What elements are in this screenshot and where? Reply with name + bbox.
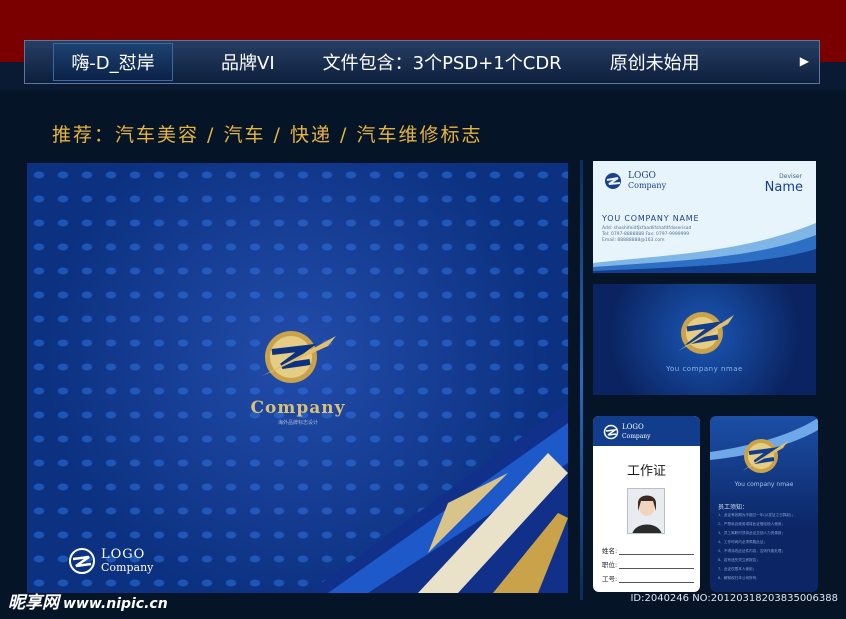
id-field-name: 姓名: [602, 545, 694, 555]
header-nav: 嗨-D_怼岸 品牌VI 文件包含：3个PSD+1个CDR 原创未始用 ▶ [24, 40, 820, 84]
id-field-position: 职位: [602, 559, 694, 569]
bc-logo-icon [605, 173, 621, 189]
bc-logo-line1: LOGO [628, 171, 656, 181]
id-note: 3、员工离职时须将此证交回人力资源部； [718, 531, 785, 535]
bc-logo: LOGO Company [603, 171, 666, 191]
id-note: 8、解释权归本公司所有。 [718, 576, 760, 580]
footer-logo-icon [69, 548, 95, 574]
footer-logo-line2: Company [101, 561, 154, 574]
person-photo-icon [628, 489, 664, 533]
bc-wave-decoration [593, 223, 816, 273]
watermark-site: 昵享网 www.nipic.cn [8, 588, 168, 613]
id-note: 7、此证仅限本人使用； [718, 567, 757, 571]
id-card-logo-icon [603, 424, 619, 440]
vertical-divider [580, 160, 583, 600]
bc-name: Name [764, 180, 803, 195]
footer-logo: LOGO Company [67, 546, 153, 576]
nav-item-files[interactable]: 文件包含：3个PSD+1个CDR [323, 49, 562, 75]
id-logo-line1: LOGO [622, 423, 644, 431]
main-cover-panel: Company 海外品牌标志设计 LOGO Company [27, 163, 568, 593]
bc-back-logo-icon [678, 312, 734, 354]
id-back-logo-icon [742, 439, 788, 473]
id-note: 5、不得涂改此证件内容，否则作废处理； [718, 549, 785, 553]
nav-item-original[interactable]: 原创未始用 [610, 49, 700, 75]
id-card-front: LOGO Company 工作证 姓名: 职位: 工号: [593, 416, 700, 592]
id-field-number: 工号: [602, 573, 694, 583]
business-card-front: LOGO Company Deviser Name YOU COMPANY NA… [593, 161, 816, 273]
recommend-text: 推荐：汽车美容 / 汽车 / 快递 / 汽车维修标志 [52, 124, 483, 146]
id-card-title: 工作证 [626, 464, 666, 479]
watermark-brand: 昵享网 [8, 593, 59, 613]
id-note: 1、此证有效期为不超过一年(从发证之日算起)； [718, 513, 795, 517]
brand-tab[interactable]: 嗨-D_怼岸 [53, 43, 173, 81]
nav-item-vi[interactable]: 品牌VI [221, 49, 275, 75]
company-logo-icon [262, 331, 336, 383]
bc-company: YOU COMPANY NAME [602, 214, 700, 223]
bc-back-company: You company nmae [666, 365, 743, 373]
watermark-url: www.nipic.cn [63, 596, 168, 612]
id-note: 2、严禁私自使用或将此证借给他人使用； [718, 522, 785, 526]
id-card-back: You company nmae 员工须知： 1、此证有效期为不超过一年(从发证… [710, 416, 818, 592]
id-notes-title: 员工须知： [718, 504, 749, 511]
id-logo-line2: Company [622, 433, 651, 440]
id-photo [627, 488, 665, 534]
decorative-wedge [308, 403, 568, 593]
play-arrow-icon[interactable]: ▶ [800, 54, 809, 68]
watermark-id: ID:2040246 NO:20120318203835006388 [630, 593, 838, 604]
id-note: 6、若有遗失须立即报告； [718, 558, 760, 562]
footer-logo-line1: LOGO [101, 547, 146, 562]
business-card-back: You company nmae [593, 284, 816, 395]
bc-logo-line2: Company [628, 181, 667, 190]
id-note: 4、工作时间内必须佩戴此证； [718, 540, 768, 544]
bc-deviser-label: Deviser [779, 173, 802, 180]
id-card-logo: LOGO Company [603, 423, 651, 441]
id-back-company: You company nmae [734, 481, 794, 488]
